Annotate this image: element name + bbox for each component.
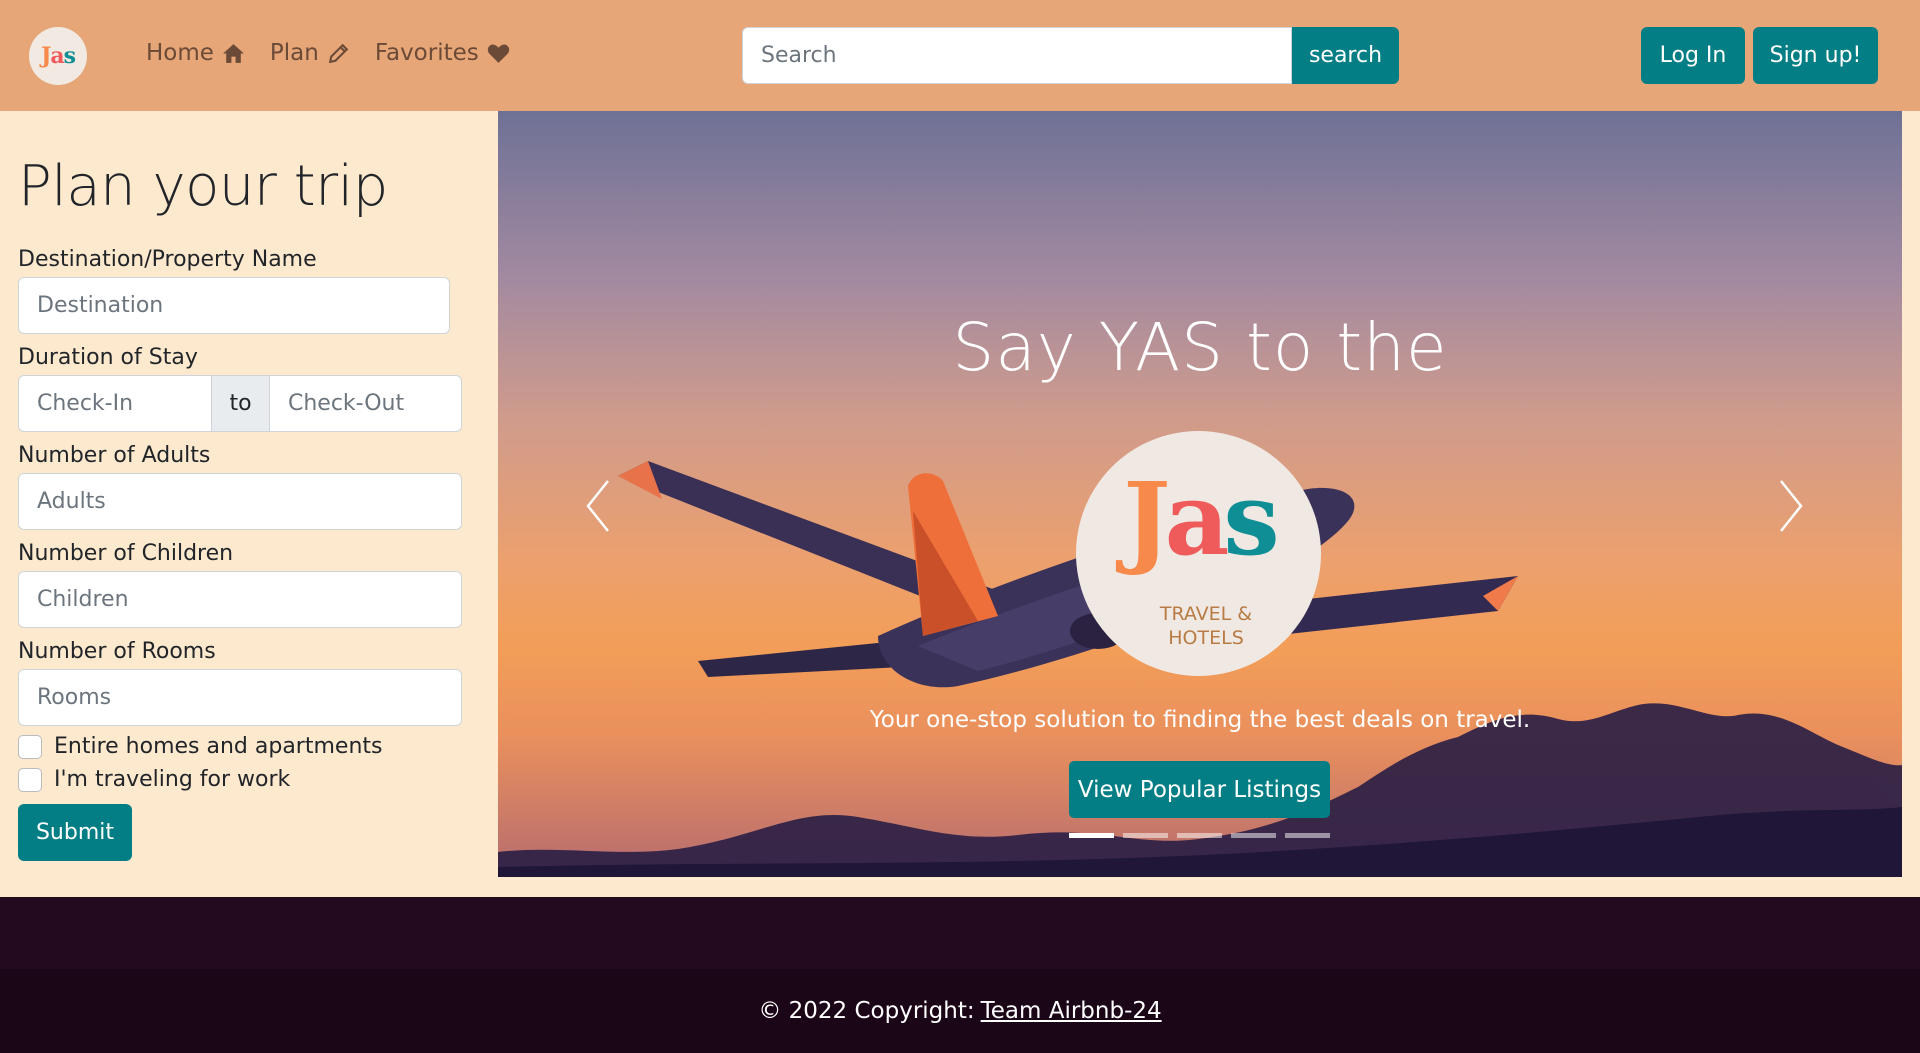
destination-input[interactable]: [18, 277, 450, 334]
work-checkbox[interactable]: [18, 767, 42, 792]
airplane-image: [618, 461, 1518, 688]
duration-separator: to: [212, 375, 269, 432]
carousel-indicator-3[interactable]: [1177, 833, 1222, 838]
footer-copyright: © 2022 Copyright:: [758, 998, 975, 1024]
checkout-input[interactable]: [269, 375, 462, 432]
chevron-left-icon: [586, 480, 609, 532]
search-group: search: [742, 27, 1399, 84]
homes-checkbox-label: Entire homes and apartments: [54, 734, 383, 759]
footer: © 2022 Copyright: Team Airbnb-24: [0, 969, 1920, 1053]
destination-label: Destination/Property Name: [18, 247, 317, 272]
carousel-next-button[interactable]: [1771, 471, 1811, 541]
hero-carousel: Say YAS to the Jas TRAVEL & HOTELS Your …: [498, 111, 1902, 877]
search-input[interactable]: [742, 27, 1292, 84]
homes-checkbox-row: Entire homes and apartments: [18, 734, 488, 759]
footer-top: [0, 897, 1920, 969]
pencil-icon: [328, 43, 349, 63]
duration-group: to: [18, 375, 462, 432]
carousel-indicators: [1069, 833, 1330, 838]
signup-button[interactable]: Sign up!: [1753, 27, 1878, 84]
nav-link-plan-label: Plan: [269, 40, 319, 66]
hero-logo-subtitle-line2: HOTELS: [1168, 626, 1244, 649]
duration-label: Duration of Stay: [18, 345, 198, 370]
nav-link-favorites-label: Favorites: [374, 40, 479, 66]
rooms-label: Number of Rooms: [18, 639, 216, 664]
hero-heading: Say YAS to the: [952, 309, 1448, 386]
home-icon: [223, 43, 244, 63]
hero-logo-mark: Jas: [1123, 460, 1279, 578]
hero-logo-subtitle-line1: TRAVEL &: [1159, 603, 1253, 625]
carousel-indicator-4[interactable]: [1231, 833, 1276, 838]
carousel-indicator-2[interactable]: [1123, 833, 1168, 838]
brand-logo-mark: Jas: [40, 43, 76, 69]
navbar: Jas Home Plan Favorites search Log In Si…: [0, 0, 1920, 111]
nav-links: Home Plan Favorites: [146, 40, 511, 66]
heart-icon: [487, 44, 509, 63]
form-title: Plan your trip: [18, 154, 388, 219]
nav-link-home[interactable]: Home: [146, 40, 246, 66]
nav-link-home-label: Home: [146, 40, 214, 66]
search-button[interactable]: search: [1292, 27, 1399, 84]
hero-brand-logo: Jas TRAVEL & HOTELS: [1076, 431, 1321, 676]
children-label: Number of Children: [18, 541, 234, 566]
adults-input[interactable]: [18, 473, 462, 530]
work-checkbox-label: I'm traveling for work: [54, 767, 291, 792]
work-checkbox-row: I'm traveling for work: [18, 767, 488, 792]
hero-logo-subtitle: TRAVEL & HOTELS: [1136, 603, 1276, 651]
brand-logo[interactable]: Jas: [29, 27, 87, 85]
carousel-indicator-5[interactable]: [1285, 833, 1330, 838]
login-button[interactable]: Log In: [1641, 27, 1745, 84]
trip-form: Plan your trip Destination/Property Name…: [18, 111, 488, 861]
view-popular-listings-button[interactable]: View Popular Listings: [1069, 761, 1330, 818]
chevron-right-icon: [1780, 480, 1803, 532]
rooms-input[interactable]: [18, 669, 462, 726]
checkin-input[interactable]: [18, 375, 212, 432]
nav-link-favorites[interactable]: Favorites: [375, 40, 511, 66]
carousel-prev-button[interactable]: [578, 471, 618, 541]
carousel-indicator-1[interactable]: [1069, 833, 1114, 838]
children-input[interactable]: [18, 571, 462, 628]
homes-checkbox[interactable]: [18, 734, 42, 759]
nav-link-plan[interactable]: Plan: [270, 40, 351, 66]
submit-button[interactable]: Submit: [18, 804, 132, 861]
footer-team-link[interactable]: Team Airbnb-24: [981, 998, 1162, 1024]
adults-label: Number of Adults: [18, 443, 211, 468]
hero-tagline: Your one-stop solution to finding the be…: [869, 707, 1531, 733]
